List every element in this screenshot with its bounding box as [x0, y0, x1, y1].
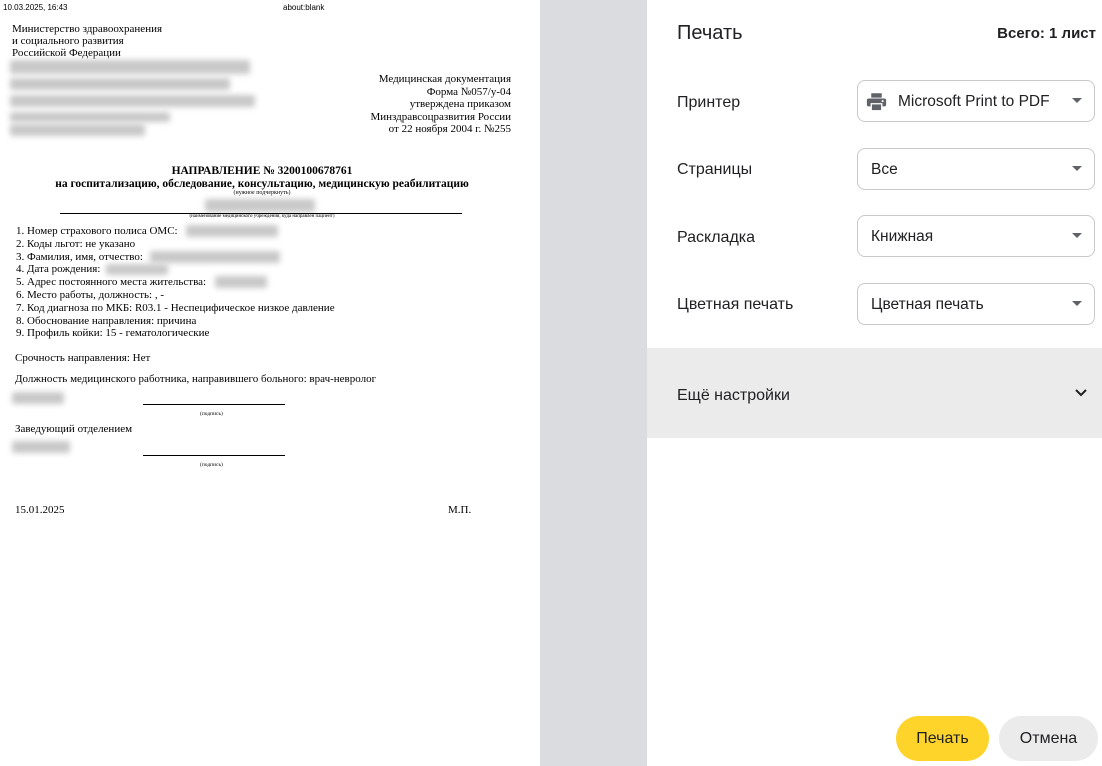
- caret-down-icon: [1072, 166, 1082, 171]
- doctor-signature-line: [143, 404, 285, 405]
- panel-title: Печать: [677, 22, 743, 44]
- urgency-text: Срочность направления: Нет: [15, 352, 151, 364]
- page-header-datetime: 10.03.2025, 16:43: [3, 3, 68, 12]
- list-item: 7. Код диагноза по МКБ: R03.1 - Неспециф…: [16, 301, 335, 314]
- printer-select[interactable]: Microsoft Print to PDF: [857, 80, 1095, 122]
- institution-caption: (наименование медицинского учреждения, к…: [189, 214, 335, 219]
- document-items: 1. Номер страхового полиса ОМС: 2. Коды …: [16, 225, 335, 340]
- form-info-line: от 22 ноября 2004 г. №255: [388, 123, 511, 135]
- signature-caption: (подпись): [200, 462, 223, 468]
- layout-label: Раскладка: [677, 229, 756, 246]
- redacted-birth-date: [106, 264, 168, 275]
- print-preview-area: 10.03.2025, 16:43 about:blank Министерст…: [0, 0, 647, 766]
- print-settings-panel: Печать Всего: 1 лист Принтер Microsoft P…: [647, 0, 1102, 766]
- ministry-line: Российской Федерации: [12, 47, 121, 59]
- redacted-institution: [10, 124, 145, 136]
- printer-icon: [866, 93, 887, 111]
- pages-select[interactable]: Все: [857, 148, 1095, 190]
- head-of-department-text: Заведующий отделением: [15, 423, 133, 435]
- stamp-place: М.П.: [448, 504, 472, 516]
- form-info-line: Минздравсоцразвития России: [370, 110, 511, 123]
- caret-down-icon: [1072, 98, 1082, 103]
- redacted-institution: [10, 60, 250, 74]
- list-item: 2. Коды льгот: не указано: [16, 237, 136, 250]
- list-item: 6. Место работы, должность: , -: [16, 288, 164, 301]
- redacted-destination: [205, 199, 315, 212]
- layout-value: Книжная: [871, 228, 934, 245]
- document-title: НАПРАВЛЕНИЕ № 3200100678761: [171, 165, 353, 177]
- chevron-down-icon: [1075, 389, 1087, 397]
- preview-page: 10.03.2025, 16:43 about:blank Министерст…: [0, 0, 540, 766]
- redacted-institution: [10, 112, 170, 122]
- doctor-position-text: Должность медицинского работника, направ…: [15, 373, 377, 385]
- redacted-address: [215, 276, 267, 288]
- ministry-line: Министерство здравоохранения: [12, 23, 163, 35]
- layout-select[interactable]: Книжная: [857, 215, 1095, 257]
- printer-value: Microsoft Print to PDF: [898, 93, 1050, 110]
- more-settings-label: Ещё настройки: [677, 387, 790, 404]
- form-info-line: Медицинская документация: [378, 73, 511, 85]
- form-info-line: утверждена приказом: [409, 98, 511, 110]
- print-button[interactable]: Печать: [896, 716, 989, 761]
- caret-down-icon: [1072, 233, 1082, 238]
- redacted-institution: [10, 95, 255, 107]
- pages-label: Страницы: [677, 161, 753, 178]
- redacted-doctor-name: [12, 392, 64, 404]
- signature-caption: (подпись): [200, 411, 223, 417]
- page-header-url: about:blank: [283, 3, 325, 12]
- document-form-info: Медицинская документация Форма №057/у-04…: [370, 73, 511, 136]
- list-item: 8. Обоснование направления: причина: [16, 314, 197, 327]
- cancel-button[interactable]: Отмена: [999, 716, 1098, 761]
- list-item: 4. Дата рождения:: [16, 263, 101, 276]
- more-settings-toggle[interactable]: Ещё настройки: [647, 348, 1102, 438]
- ministry-line: и социального развития: [12, 35, 124, 47]
- sheet-count: Всего: 1 лист: [997, 25, 1096, 42]
- head-signature-line: [143, 455, 285, 456]
- list-item: 1. Номер страхового полиса ОМС:: [16, 225, 178, 237]
- color-label: Цветная печать: [677, 296, 794, 313]
- list-item: 9. Профиль койки: 15 - гематологические: [16, 327, 210, 340]
- printer-label: Принтер: [677, 94, 741, 111]
- document-date: 15.01.2025: [15, 504, 65, 516]
- subtitle-note: (нужное подчеркнуть): [233, 190, 291, 196]
- caret-down-icon: [1072, 301, 1082, 306]
- ministry-block: Министерство здравоохранения и социально…: [12, 23, 162, 59]
- list-item: 5. Адрес постоянного места жительства:: [16, 276, 207, 289]
- pages-value: Все: [871, 161, 898, 178]
- redacted-full-name: [150, 251, 280, 263]
- redacted-policy-number: [186, 225, 278, 237]
- redacted-head-name: [12, 441, 70, 453]
- form-info-line: Форма №057/у-04: [426, 85, 511, 98]
- document-subtitle: на госпитализацию, обследование, консуль…: [55, 178, 469, 190]
- color-value: Цветная печать: [871, 296, 984, 313]
- redacted-institution: [10, 78, 230, 90]
- color-select[interactable]: Цветная печать: [857, 283, 1095, 325]
